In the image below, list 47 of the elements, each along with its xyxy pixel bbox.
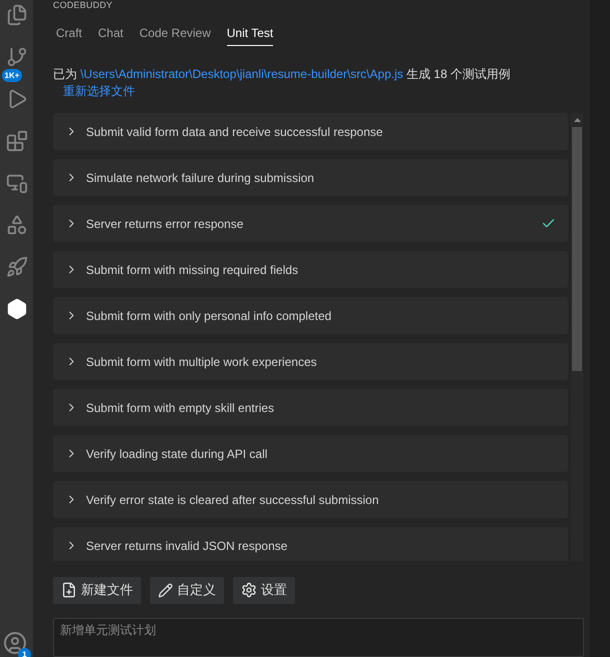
new-file-button[interactable]: 新建文件: [53, 576, 141, 604]
test-case-name: Submit valid form data and receive successful response: [86, 124, 384, 140]
branch-icon[interactable]: [6, 46, 28, 68]
hexagon-icon[interactable]: [6, 298, 28, 320]
test-case-row[interactable]: Simulate network failure during submission: [53, 159, 568, 196]
panel-title: CODEBUDDY: [53, 0, 114, 10]
test-case-name: Verify loading state during API call: [86, 446, 268, 462]
test-case-name: Submit form with missing required fields: [86, 262, 300, 278]
test-case-row[interactable]: Server returns invalid JSON response: [53, 527, 568, 561]
test-case-name: Server returns error response: [86, 216, 244, 232]
new-file-icon: [61, 582, 77, 598]
tab[interactable]: Chat: [98, 24, 124, 46]
tab[interactable]: Code Review: [139, 24, 211, 46]
test-case-row[interactable]: Submit form with only personal info completed: [53, 297, 568, 334]
scrollbar-thumb[interactable]: [572, 127, 582, 371]
scrollbar[interactable]: [571, 113, 583, 561]
test-case-name: Simulate network failure during submission: [86, 170, 316, 186]
notification-badge: 1: [18, 648, 31, 657]
shapes-icon[interactable]: [6, 214, 28, 236]
notification-badge: 1K+: [2, 69, 22, 82]
account-icon[interactable]: [3, 631, 27, 655]
monitor-icon[interactable]: [6, 172, 28, 194]
tab[interactable]: Craft: [56, 24, 82, 46]
status-text: 已为 \Users\Administrator\Desktop\jianli\resume-builder\src\App.js 生成 18 个测试用例: [53, 67, 510, 81]
tab[interactable]: Unit Test: [226, 24, 274, 46]
files-icon[interactable]: [6, 4, 28, 26]
rocket-icon[interactable]: [6, 256, 28, 278]
test-case-row[interactable]: Verify error state is cleared after successful submission: [53, 481, 568, 518]
customize-button[interactable]: 自定义: [150, 576, 224, 604]
pencil-icon: [158, 582, 173, 598]
scroll-up-icon: [574, 118, 580, 122]
test-case-name: Submit form with multiple work experiences: [86, 354, 318, 370]
test-case-name: Submit form with only personal info completed: [86, 308, 332, 324]
test-case-row[interactable]: Submit form with empty skill entries: [53, 389, 568, 426]
test-case-row[interactable]: Submit valid form data and receive successful response: [53, 113, 568, 150]
extensions-icon[interactable]: [6, 130, 28, 152]
settings-button[interactable]: 设置: [233, 576, 295, 604]
test-case-row[interactable]: Submit form with multiple work experiences: [53, 343, 568, 380]
test-case-name: Verify error state is cleared after successful submission: [86, 492, 380, 508]
reselect-file-link[interactable]: 重新选择文件: [63, 84, 135, 98]
test-case-name: Server returns invalid JSON response: [86, 538, 288, 554]
settings-icon: [241, 582, 257, 598]
test-case-row[interactable]: Verify loading state during API call: [53, 435, 568, 472]
test-case-row[interactable]: Server returns error response: [53, 205, 568, 242]
test-case-name: Submit form with empty skill entries: [86, 400, 276, 416]
test-case-row[interactable]: Submit form with missing required fields: [53, 251, 568, 288]
test-plan-input[interactable]: 新增单元测试计划: [53, 618, 584, 657]
